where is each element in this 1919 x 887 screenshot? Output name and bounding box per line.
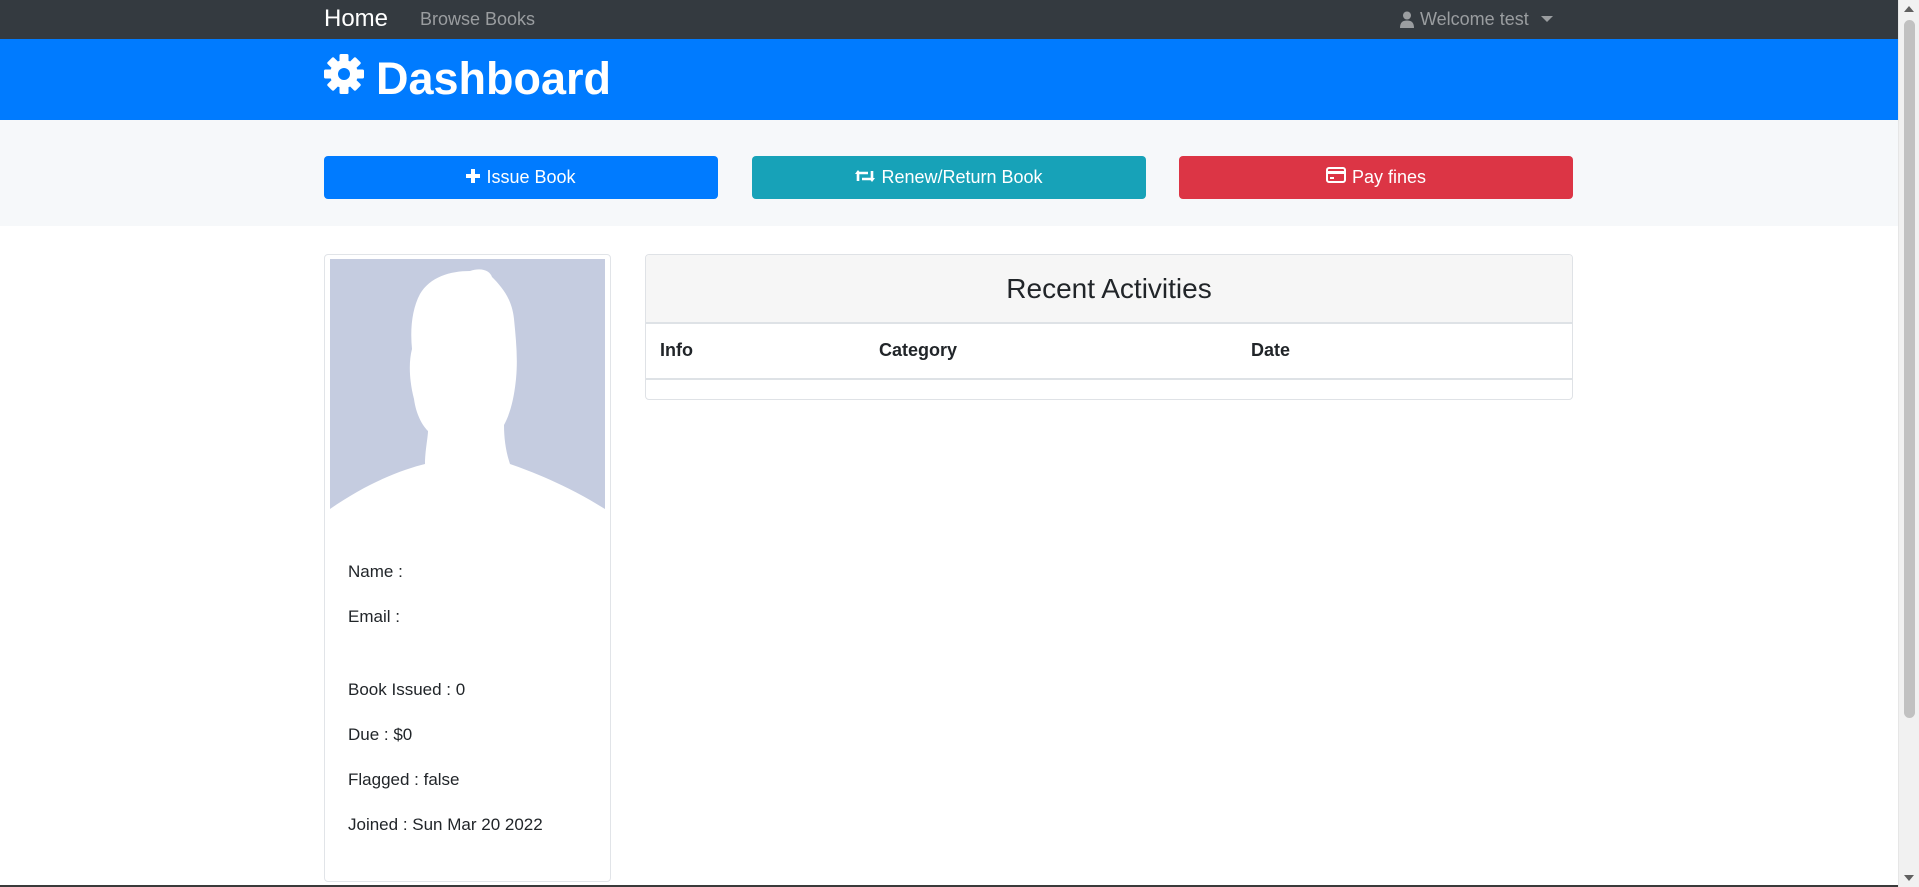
page-title-text: Dashboard [376, 53, 612, 104]
credit-card-icon [1325, 167, 1346, 188]
renew-return-button[interactable]: Renew/Return Book [752, 156, 1146, 199]
profile-card: Name : Email : Book Issued : 0 Due : $0 … [324, 254, 652, 882]
chevron-down-icon [1540, 16, 1553, 22]
overflow-mask [612, 650, 652, 690]
page: Home Browse Books Welcome test Dashboard… [0, 0, 1919, 887]
renew-return-label: Renew/Return Book [881, 167, 1043, 187]
scroll-thumb[interactable] [1904, 20, 1915, 718]
due-text: Due : $0 [348, 725, 413, 744]
plus-icon [466, 167, 481, 188]
retweet-icon [855, 167, 876, 188]
email-label: Email : [348, 607, 400, 626]
page-header: Dashboard [0, 39, 1898, 120]
name-label: Name : [348, 562, 403, 581]
book-issued-text: Book Issued : 0 [348, 680, 466, 699]
flagged-text: Flagged : false [348, 770, 460, 789]
avatar [330, 259, 605, 519]
browse-books-link[interactable]: Browse Books [420, 7, 535, 31]
issue-book-label: Issue Book [486, 167, 576, 187]
page-title: Dashboard [324, 53, 611, 105]
home-link[interactable]: Home [324, 4, 388, 34]
activities-table-header: Info Category Date [646, 324, 1572, 380]
page-scrollbar[interactable] [1898, 0, 1919, 887]
scroll-down-arrow-icon[interactable] [1904, 875, 1914, 881]
top-navbar: Home Browse Books Welcome test [0, 0, 1898, 39]
user-dropdown[interactable]: Welcome test [1400, 7, 1553, 31]
gear-icon [324, 53, 364, 105]
action-bar: Issue Book Renew/Return Book Pay fines [0, 120, 1898, 226]
scroll-up-arrow-icon[interactable] [1904, 6, 1914, 12]
pay-fines-button[interactable]: Pay fines [1179, 156, 1573, 199]
recent-activities-card: Recent Activities Info Category Date [645, 254, 1573, 400]
user-icon [1400, 11, 1414, 28]
recent-activities-title: Recent Activities [646, 255, 1572, 324]
user-menu-label: Welcome test [1420, 9, 1529, 29]
joined-text: Joined : Sun Mar 20 2022 [348, 815, 543, 834]
column-header-date: Date [1251, 340, 1291, 360]
pay-fines-label: Pay fines [1351, 167, 1427, 187]
column-header-info: Info [660, 340, 693, 360]
issue-book-button[interactable]: Issue Book [324, 156, 718, 199]
column-header-category: Category [879, 340, 958, 360]
